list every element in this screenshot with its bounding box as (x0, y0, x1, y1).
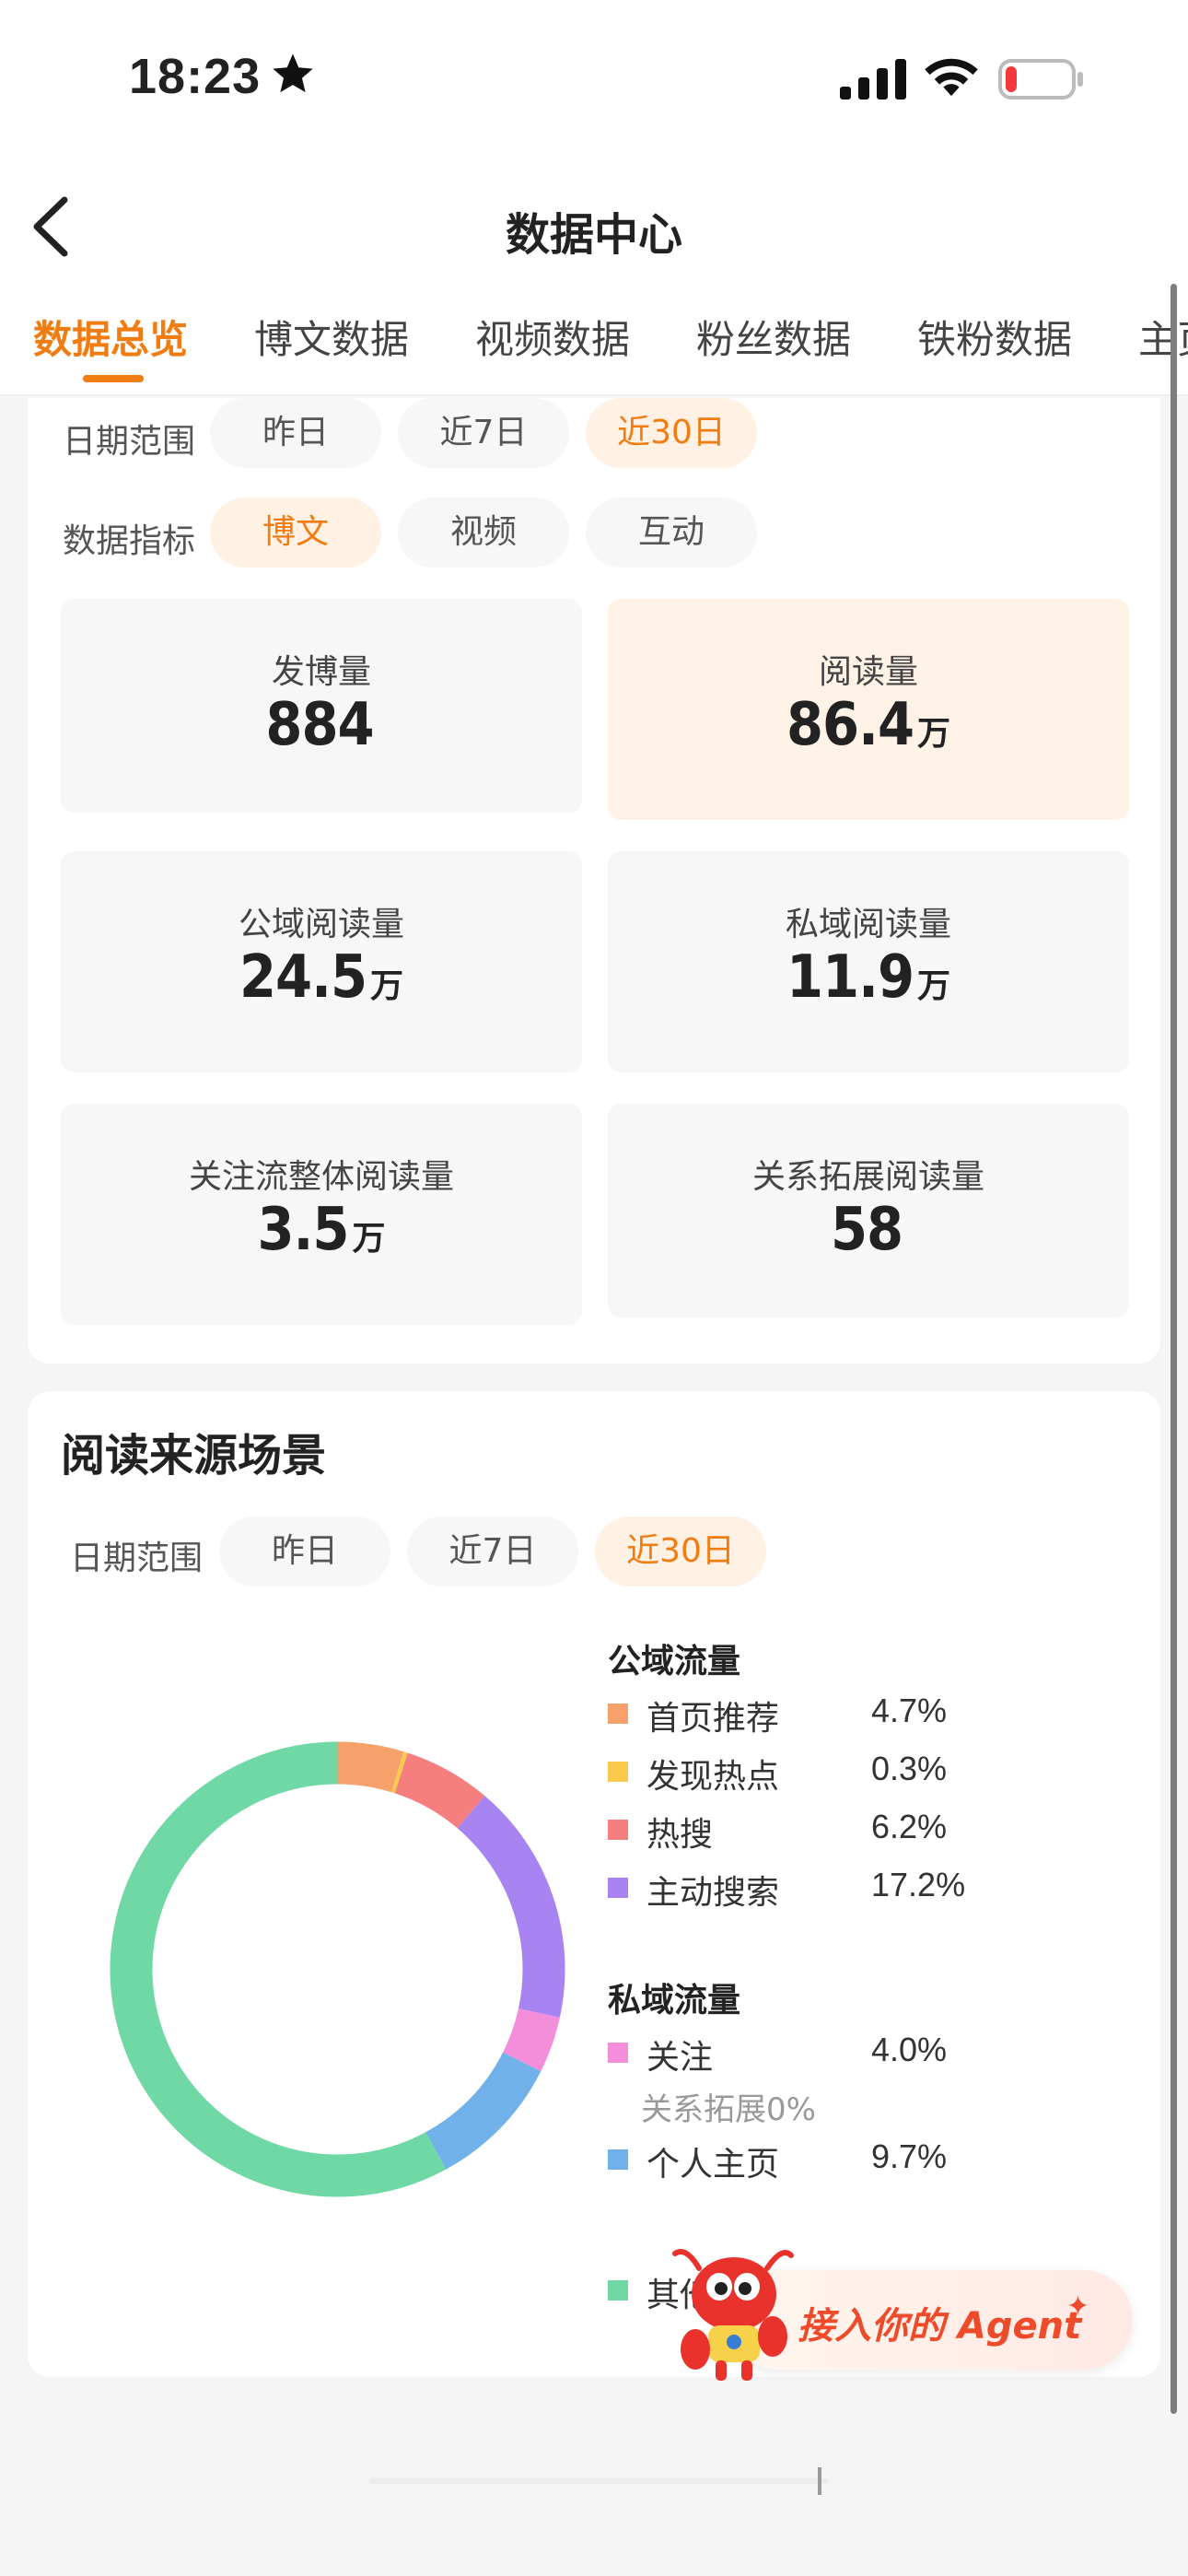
data-center-page: 18:23 数据中心 数据总览 博文数据 视频数据 粉丝数据 铁粉数据 主 日期… (0, 0, 1188, 2576)
donut-slice-发现热点[interactable] (390, 1751, 408, 1794)
legend-name: 首页推荐 (646, 1700, 780, 1738)
crawfish-mascot-icon[interactable] (668, 2241, 797, 2388)
legend-name: 个人主页 (646, 2146, 780, 2184)
tab-videos[interactable]: 视频数据 (475, 309, 630, 365)
stat-value: 58 (830, 1196, 903, 1264)
date-chip-yesterday[interactable]: 昨日 (210, 398, 381, 468)
legend-percent: 17.2% (871, 1866, 966, 1903)
overview-card: 日期范围 昨日 近7日 近30日 数据指标 博文 视频 互动 发博量 884 阅… (28, 398, 1160, 1364)
battery-low-icon (998, 59, 1083, 100)
tab-overview[interactable]: 数据总览 (33, 309, 188, 365)
tab-fans[interactable]: 粉丝数据 (696, 309, 851, 365)
legend-percent: 4.0% (871, 2031, 948, 2068)
stat-value: 24.5 (239, 943, 367, 1012)
legend-name: 发现热点 (646, 1758, 780, 1796)
scrollbar[interactable] (1171, 284, 1177, 2414)
status-time: 18:23 (129, 49, 262, 104)
legend-percent: 9.7% (871, 2137, 948, 2175)
date-range-label: 日期范围 (70, 1540, 204, 1577)
donut-slice-个人主页[interactable] (425, 2052, 542, 2170)
donut-slice-主动搜索[interactable] (457, 1796, 565, 2018)
stat-card-posts[interactable]: 发博量 884 (61, 599, 582, 813)
status-bar: 18:23 (0, 0, 1188, 161)
public-traffic-title: 公域流量 (608, 1643, 741, 1680)
date-range-label: 日期范围 (63, 423, 196, 461)
legend-swatch (608, 1704, 628, 1724)
nav-bar: 数据中心 (0, 161, 1188, 290)
read-sources-card: 阅读来源场景 日期范围 昨日 近7日 近30日 公域流量 首页推荐 4.7% 发… (28, 1391, 1160, 2377)
page-title: 数据中心 (505, 209, 682, 261)
stat-card-follow-feed-reads[interactable]: 关注流整体阅读量 3.5 万 (61, 1104, 582, 1325)
metric-chip-interaction[interactable]: 互动 (586, 498, 757, 568)
home-indicator (368, 2467, 829, 2495)
legend-name: 主动搜索 (646, 1874, 780, 1912)
legend-percent: 0.3% (871, 1750, 948, 1787)
stat-unit: 万 (917, 967, 951, 1005)
stat-card-public-reads[interactable]: 公域阅读量 24.5 万 (61, 851, 582, 1072)
cellular-signal-icon (840, 59, 906, 100)
metric-label: 数据指标 (63, 522, 196, 560)
stat-unit: 万 (352, 1220, 386, 1258)
donut-slice-关注[interactable] (502, 2008, 560, 2072)
stat-label: 关系拓展阅读量 (751, 1158, 984, 1196)
agent-button-label: 接入你的 Agent (798, 2305, 1082, 2348)
donut-slice-热搜[interactable] (394, 1752, 485, 1829)
date-chip-30days[interactable]: 近30日 (586, 398, 757, 468)
stat-card-relation-reads[interactable]: 关系拓展阅读量 58 (608, 1104, 1129, 1317)
date-chip-7days[interactable]: 近7日 (398, 398, 569, 468)
legend-swatch (608, 2149, 628, 2170)
stat-label: 私域阅读量 (785, 906, 951, 943)
legend-percent: 4.7% (871, 1692, 948, 1729)
legend-name: 关注 (646, 2039, 714, 2077)
stat-value: 11.9 (786, 943, 914, 1012)
stat-value: 884 (265, 691, 374, 759)
metric-chip-posts[interactable]: 博文 (210, 498, 381, 568)
legend-swatch (608, 1878, 628, 1898)
tab-bar: 数据总览 博文数据 视频数据 粉丝数据 铁粉数据 主页 (0, 290, 1188, 396)
legend-swatch (608, 2280, 628, 2301)
donut-slice-其他[interactable] (110, 1741, 447, 2197)
stat-label: 关注流整体阅读量 (188, 1158, 454, 1196)
tab-homepage[interactable]: 主页 (1138, 309, 1188, 365)
tab-posts[interactable]: 博文数据 (254, 309, 409, 365)
tab-iron-fans[interactable]: 铁粉数据 (917, 309, 1072, 365)
legend-swatch (608, 2043, 628, 2063)
private-traffic-title: 私域流量 (608, 1982, 741, 2020)
sparkle-icon: ✦ (1066, 2290, 1090, 2323)
read-source-donut-chart[interactable] (105, 1737, 570, 2202)
stat-label: 阅读量 (818, 653, 918, 691)
stat-value: 86.4 (786, 691, 914, 759)
stat-card-reads[interactable]: 阅读量 86.4 万 (608, 599, 1129, 820)
sources-date-chip-yesterday[interactable]: 昨日 (219, 1516, 390, 1587)
stat-unit: 万 (917, 715, 951, 753)
legend-swatch (608, 1762, 628, 1782)
star-icon (273, 53, 313, 93)
legend-sub-relation-expand: 关系拓展0% (641, 2091, 816, 2128)
donut-slice-首页推荐[interactable] (336, 1741, 404, 1793)
legend-percent: 6.2% (871, 1808, 948, 1845)
metric-chip-video[interactable]: 视频 (398, 498, 569, 568)
sources-date-chip-30days[interactable]: 近30日 (595, 1516, 766, 1587)
section-title: 阅读来源场景 (61, 1430, 327, 1481)
sources-date-chip-7days[interactable]: 近7日 (407, 1516, 578, 1587)
stat-label: 发博量 (271, 653, 371, 691)
stat-card-private-reads[interactable]: 私域阅读量 11.9 万 (608, 851, 1129, 1072)
legend-swatch (608, 1820, 628, 1840)
stat-unit: 万 (370, 967, 404, 1005)
wifi-icon (925, 58, 978, 97)
stat-label: 公域阅读量 (238, 906, 404, 943)
legend-name: 热搜 (646, 1816, 714, 1854)
active-tab-indicator (83, 375, 144, 382)
stat-value: 3.5 (257, 1196, 349, 1264)
